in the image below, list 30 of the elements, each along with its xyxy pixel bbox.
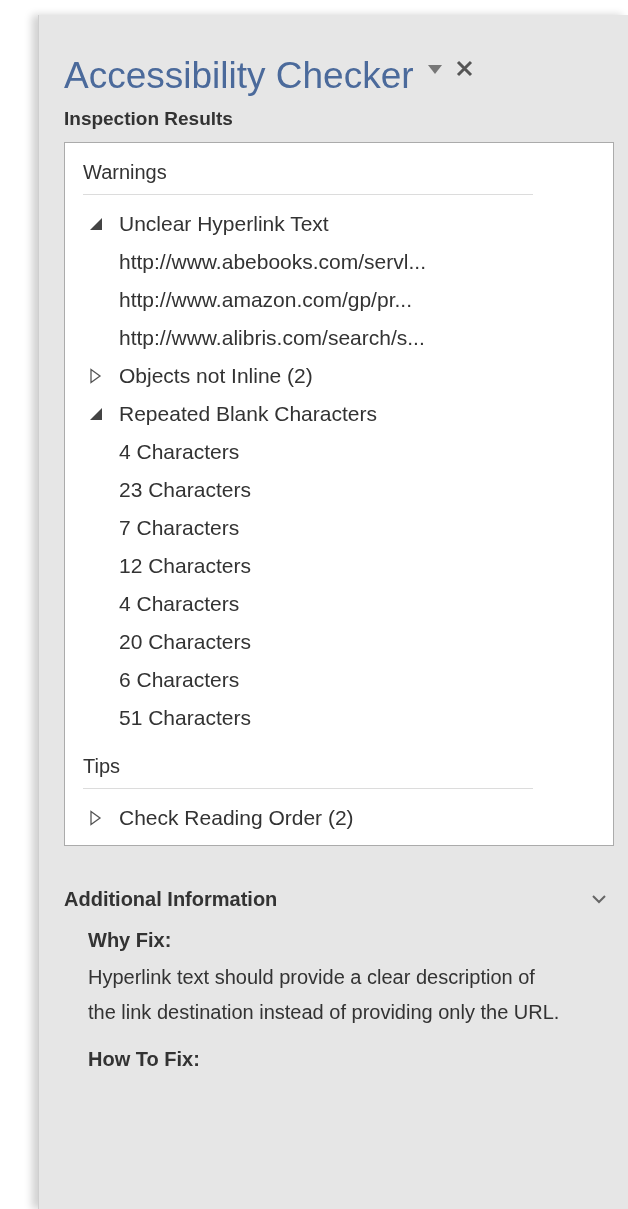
info-heading: How To Fix: [88, 1048, 201, 1071]
tree-item[interactable]: 7 Characters [83, 509, 613, 547]
tree-item[interactable]: 23 Characters [83, 471, 613, 509]
tree-item[interactable]: 12 Characters [83, 547, 613, 585]
collapsed-triangle-icon[interactable] [89, 810, 103, 826]
close-icon[interactable] [455, 59, 473, 77]
expanded-triangle-icon[interactable] [89, 406, 103, 422]
tree-item[interactable]: http://www.abebooks.com/servl... [83, 243, 613, 281]
section-heading: Additional Information [64, 888, 278, 911]
tree-item[interactable]: Check Reading Order (2) [83, 799, 613, 837]
tree-item[interactable]: 6 Characters [83, 661, 613, 699]
pane-title: Accessibility Checker [64, 55, 414, 97]
expanded-triangle-icon[interactable] [89, 216, 103, 232]
collapsed-triangle-icon[interactable] [89, 368, 103, 384]
chevron-icon[interactable] [592, 895, 606, 904]
tree-item[interactable]: 4 Characters [83, 585, 613, 623]
group-heading: Tips [83, 751, 533, 789]
tree-item[interactable]: Repeated Blank Characters [83, 395, 613, 433]
group-heading: Warnings [83, 157, 533, 195]
section-heading: Inspection Results [64, 108, 234, 130]
info-heading: Why Fix: [88, 929, 173, 952]
dropdown-arrow-icon[interactable] [427, 64, 442, 74]
info-text: Hyperlink text should provide a clear description of the link destination instead of providing only the URL. [88, 965, 561, 1025]
tree-item[interactable]: http://www.amazon.com/gp/pr... [83, 281, 613, 319]
tree-item[interactable]: Unclear Hyperlink Text [83, 205, 613, 243]
tree-item[interactable]: http://www.alibris.com/search/s... [83, 319, 613, 357]
tree-item[interactable]: 4 Characters [83, 433, 613, 471]
tree-item[interactable]: 51 Characters [83, 699, 613, 737]
tree-item[interactable]: Objects not Inline (2) [83, 357, 613, 395]
tree-item[interactable]: 20 Characters [83, 623, 613, 661]
